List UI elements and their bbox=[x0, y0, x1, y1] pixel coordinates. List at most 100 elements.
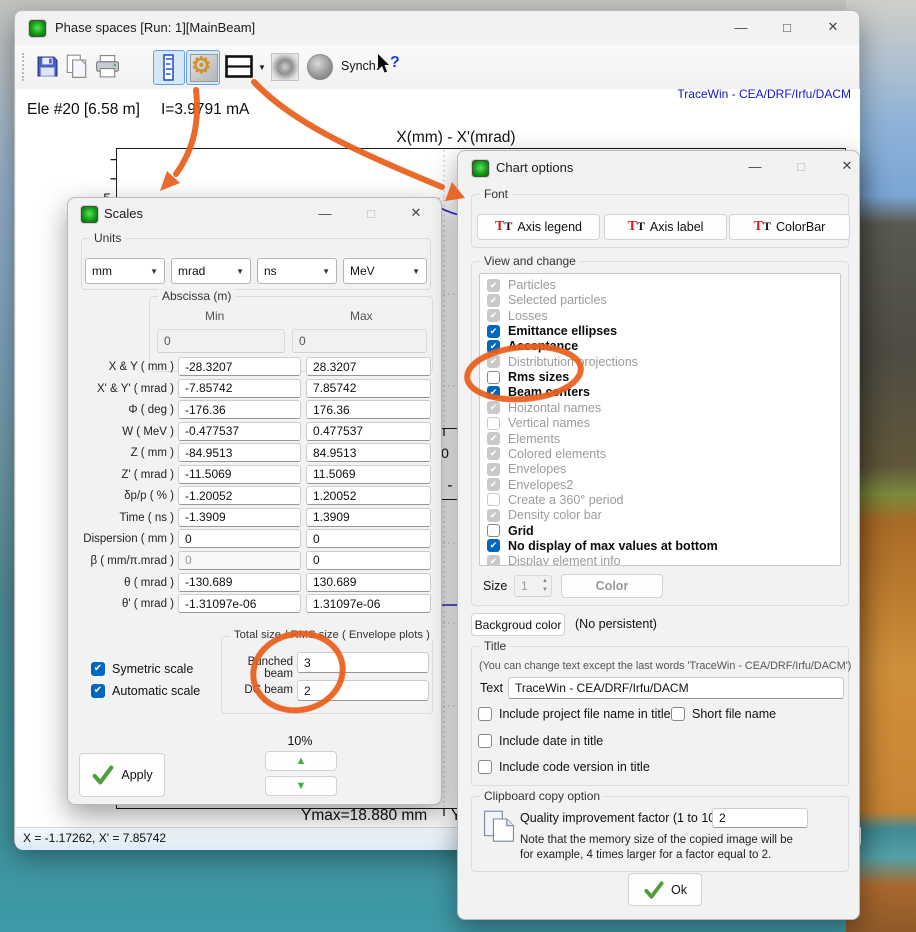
bunched-beam-input[interactable]: 3 bbox=[297, 652, 429, 673]
scales-max-input[interactable]: 176.36 bbox=[306, 400, 431, 419]
view-option[interactable]: ✔Losses bbox=[487, 308, 548, 323]
include-project-checkbox[interactable]: Include project file name in title bbox=[478, 707, 671, 721]
chart-options-close-button[interactable]: ✕ bbox=[830, 154, 864, 178]
scales-min-input[interactable]: -11.5069 bbox=[178, 465, 301, 484]
scales-min-input[interactable]: 0 bbox=[178, 529, 301, 548]
view-option[interactable]: ✔Hoizontal names bbox=[487, 400, 601, 415]
automatic-scale-checkbox[interactable]: ✔ Automatic scale bbox=[91, 684, 200, 698]
checkbox-checked-icon: ✔ bbox=[487, 386, 500, 399]
view-option[interactable]: ✔ Beam centers bbox=[487, 385, 590, 400]
chart-options-minimize-button[interactable]: — bbox=[738, 154, 772, 178]
layout-split-icon[interactable] bbox=[225, 55, 253, 78]
axis-legend-font-button[interactable]: TT Axis legend bbox=[477, 214, 600, 240]
dc-beam-input[interactable]: 2 bbox=[297, 680, 429, 701]
print-icon[interactable] bbox=[94, 54, 121, 79]
scales-max-input[interactable]: 0 bbox=[306, 529, 431, 548]
bunched-beam-label: Bunched beam bbox=[222, 656, 293, 680]
scales-max-input[interactable]: 0.477537 bbox=[306, 422, 431, 441]
zoom-out-button[interactable]: ▼ bbox=[265, 776, 337, 796]
scales-min-input[interactable]: -1.20052 bbox=[178, 486, 301, 505]
scales-max-input[interactable]: 1.3909 bbox=[306, 508, 431, 527]
include-version-checkbox[interactable]: Include code version in title bbox=[478, 760, 650, 774]
view-option[interactable]: ✔Elements bbox=[487, 431, 560, 446]
scales-max-input[interactable]: 7.85742 bbox=[306, 379, 431, 398]
spinner-arrows-icon[interactable]: ▲▼ bbox=[542, 577, 548, 595]
scales-max-input[interactable]: 84.9513 bbox=[306, 443, 431, 462]
copy-icon[interactable] bbox=[64, 53, 90, 80]
scales-max-input[interactable]: 0 bbox=[306, 551, 431, 570]
scales-min-input[interactable]: -0.477537 bbox=[178, 422, 301, 441]
quality-factor-input[interactable]: 2 bbox=[712, 808, 808, 828]
include-project-label: Include project file name in title bbox=[499, 707, 671, 721]
sphere-icon[interactable] bbox=[307, 54, 333, 80]
view-option[interactable]: ✔ Colored elements bbox=[487, 446, 606, 461]
zoom-in-button[interactable]: ▲ bbox=[265, 751, 337, 771]
chart-options-maximize-button[interactable]: □ bbox=[784, 154, 818, 178]
view-option[interactable]: ✔Particles bbox=[487, 278, 556, 293]
view-option[interactable]: Rms sizes bbox=[487, 370, 569, 385]
view-option[interactable]: Vertical names bbox=[487, 416, 590, 431]
view-option-label: Colored elements bbox=[508, 447, 606, 461]
symetric-scale-label: Symetric scale bbox=[112, 662, 193, 676]
scales-min-input[interactable]: -130.689 bbox=[178, 573, 301, 592]
checkbox-unchecked-icon bbox=[487, 417, 500, 430]
minimize-button[interactable]: — bbox=[724, 15, 758, 39]
checkbox-unchecked-icon bbox=[487, 524, 500, 537]
checkbox-unchecked-icon bbox=[487, 493, 500, 506]
font-group-label: Font bbox=[480, 187, 512, 201]
view-option-label: Acceptance bbox=[508, 339, 578, 353]
checkbox-checked-icon: ✔ bbox=[487, 447, 500, 460]
scales-max-input[interactable]: 130.689 bbox=[306, 573, 431, 592]
include-date-checkbox[interactable]: Include date in title bbox=[478, 734, 603, 748]
scales-max-input[interactable]: 28.3207 bbox=[306, 357, 431, 376]
short-file-name-checkbox[interactable]: Short file name bbox=[671, 707, 776, 721]
view-option[interactable]: ✔Envelopes2 bbox=[487, 477, 573, 492]
size-spinner[interactable]: 1 ▲▼ bbox=[514, 575, 552, 597]
scales-min-input[interactable]: -1.31097e-06 bbox=[178, 594, 301, 613]
synch-label[interactable]: Synch. bbox=[341, 59, 379, 73]
view-option[interactable]: ✔Emittance ellipses bbox=[487, 324, 617, 339]
scales-min-input[interactable]: -28.3207 bbox=[178, 357, 301, 376]
close-button[interactable]: ✕ bbox=[816, 15, 850, 39]
view-option[interactable]: ✔Distribtution projections bbox=[487, 354, 638, 369]
scales-row-label: δp/p ( % ) bbox=[74, 486, 174, 506]
save-icon[interactable] bbox=[35, 54, 60, 79]
view-option[interactable]: ✔Selected particles bbox=[487, 293, 607, 308]
apply-button[interactable]: Apply bbox=[79, 753, 165, 797]
view-option-label: No display of max values at bottom bbox=[508, 539, 718, 553]
view-option[interactable]: ✔Envelopes bbox=[487, 462, 566, 477]
density-icon[interactable] bbox=[271, 53, 299, 81]
view-option[interactable]: Create a 360° period bbox=[487, 492, 624, 507]
background-color-button[interactable]: Backgroud color bbox=[471, 613, 565, 636]
view-option[interactable]: ✔Density color bar bbox=[487, 508, 602, 523]
scales-rows: X & Y ( mm )-28.320728.3207X' & Y' ( mra… bbox=[68, 198, 443, 628]
view-option[interactable]: Grid bbox=[487, 523, 534, 538]
colorbar-font-button[interactable]: TT ColorBar bbox=[729, 214, 850, 240]
scales-min-input[interactable]: -1.3909 bbox=[178, 508, 301, 527]
scales-min-input[interactable]: 0 bbox=[178, 551, 301, 570]
view-option-label: Grid bbox=[508, 524, 534, 538]
view-option[interactable]: ✔Acceptance bbox=[487, 339, 578, 354]
color-button[interactable]: Color bbox=[561, 574, 663, 598]
scales-row-label: Z ( mm ) bbox=[74, 443, 174, 463]
scales-min-input[interactable]: -176.36 bbox=[178, 400, 301, 419]
layout-dropdown-arrow[interactable]: ▼ bbox=[258, 63, 266, 72]
title-text-input[interactable]: TraceWin - CEA/DRF/Irfu/DACM bbox=[508, 677, 844, 699]
scales-tool-button[interactable] bbox=[153, 50, 185, 85]
chart-options-tool-button[interactable]: ⚙ bbox=[186, 50, 220, 85]
view-option[interactable]: ✔No display of max values at bottom bbox=[487, 538, 718, 553]
ok-button[interactable]: Ok bbox=[628, 873, 702, 906]
scales-max-input[interactable]: 1.20052 bbox=[306, 486, 431, 505]
view-option[interactable]: ✔Display element info bbox=[487, 554, 621, 566]
scales-min-input[interactable]: -7.85742 bbox=[178, 379, 301, 398]
help-icon[interactable]: ? bbox=[377, 52, 407, 80]
view-option-label: Beam centers bbox=[508, 385, 590, 399]
view-option-label: Particles bbox=[508, 278, 556, 292]
maximize-button[interactable]: □ bbox=[770, 15, 804, 39]
scales-min-input[interactable]: -84.9513 bbox=[178, 443, 301, 462]
scales-row-label: θ ( mrad ) bbox=[74, 573, 174, 593]
scales-max-input[interactable]: 1.31097e-06 bbox=[306, 594, 431, 613]
symetric-scale-checkbox[interactable]: ✔ Symetric scale bbox=[91, 662, 193, 676]
scales-max-input[interactable]: 11.5069 bbox=[306, 465, 431, 484]
axis-label-font-button[interactable]: TT Axis label bbox=[604, 214, 727, 240]
